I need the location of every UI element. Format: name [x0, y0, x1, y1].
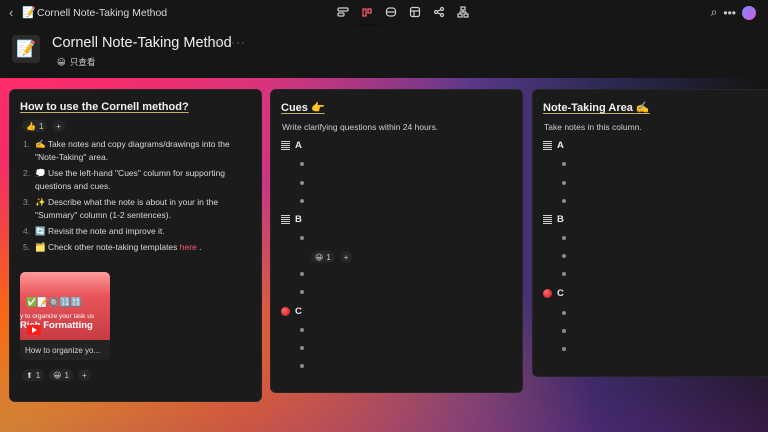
bullet [300, 236, 304, 240]
heading-c: C [281, 306, 302, 317]
table-view-icon[interactable] [336, 5, 350, 19]
top-bar: ‹ 📝 Cornell Note-Taking Method 看板 ⌕ ••• [0, 0, 768, 40]
kanban-view-icon[interactable] [360, 5, 374, 19]
view-switcher [336, 5, 470, 19]
reaction-count: 1 [38, 121, 44, 131]
steps-list: 1. ✍️ Take notes and copy diagrams/drawin… [23, 138, 243, 257]
reaction-upvote[interactable]: ⬆ 1 [22, 369, 45, 381]
avatar[interactable] [742, 5, 756, 20]
bullet [300, 272, 304, 276]
smile-icon: 😀 [57, 56, 66, 67]
database-view-icon[interactable] [384, 5, 398, 19]
grid-view-icon[interactable] [408, 5, 422, 19]
heading-a: A [543, 140, 564, 151]
bullet [300, 181, 304, 185]
bullet [562, 181, 566, 185]
heading-icon [281, 141, 290, 150]
more-icon[interactable]: ··· [231, 35, 246, 49]
bullet [562, 329, 566, 333]
card-cues[interactable]: Cues 👉 Write clarifying questions within… [270, 89, 523, 393]
bullet [300, 328, 304, 332]
add-reaction-button[interactable]: + [52, 120, 66, 132]
bullet [562, 311, 566, 315]
star-icon[interactable]: ☆ [213, 36, 224, 50]
list-item: 1. ✍️ Take notes and copy diagrams/drawin… [23, 139, 230, 162]
bullet [562, 254, 566, 258]
window-title: Cornell Note-Taking Method [37, 7, 168, 19]
tree-view-icon[interactable] [456, 5, 470, 19]
heading-b: B [543, 214, 564, 225]
mindmap-view-icon[interactable] [432, 5, 446, 19]
smile-icon: 😀 [315, 252, 324, 262]
bullet [562, 162, 566, 166]
heading-icon [543, 141, 552, 150]
page-title[interactable]: Cornell Note-Taking Method [52, 35, 232, 51]
card-subtitle: Write clarifying questions within 24 hou… [282, 122, 439, 132]
more-icon[interactable]: ••• [723, 6, 736, 20]
memo-icon: 📝 [22, 7, 36, 19]
page-emoji-icon[interactable]: 📝 [12, 35, 40, 63]
back-icon[interactable]: ‹ [9, 5, 13, 20]
list-item: 2. 💭 Use the left-hand "Cues" column for … [23, 168, 226, 191]
thumbs-up-icon: 👍 [26, 121, 36, 131]
reaction-smile[interactable]: 😀 1 [49, 369, 73, 381]
reaction-smile[interactable]: 😀 1 [311, 251, 335, 263]
search-icon[interactable]: ⌕ [711, 5, 718, 20]
upvote-icon: ⬆ [26, 370, 33, 380]
red-circle-icon [543, 289, 552, 298]
list-item: 4. 🔄 Revisit the note and improve it. [23, 226, 165, 236]
smile-icon: 😀 [53, 370, 62, 380]
red-circle-icon [281, 307, 290, 316]
bullet [300, 346, 304, 350]
video-banner-text: y to organize your task us [20, 313, 95, 320]
card-note-taking-area[interactable]: Note-Taking Area ✍️ Take notes in this c… [532, 89, 768, 377]
bullet [562, 199, 566, 203]
card-title[interactable]: Note-Taking Area ✍️ [543, 101, 650, 114]
add-reaction-button[interactable]: + [339, 251, 353, 263]
bullet [300, 199, 304, 203]
top-right-actions: ⌕ ••• [711, 5, 756, 20]
reaction-row: 👍 1 + [22, 120, 66, 132]
heading-icon [543, 215, 552, 224]
bullet [300, 364, 304, 368]
card-title[interactable]: How to use the Cornell method? [20, 101, 189, 113]
bullet [300, 162, 304, 166]
video-caption[interactable]: How to organize yo... [25, 346, 100, 355]
bottom-reaction-row: ⬆ 1 😀 1 + [22, 369, 91, 381]
bullet [562, 272, 566, 276]
templates-link[interactable]: here [180, 242, 197, 252]
youtube-play-icon[interactable] [27, 325, 41, 335]
permission-label: 只查看 [69, 57, 96, 67]
list-item: 3. ✨ Describe what the note is about in y… [23, 197, 219, 220]
add-reaction-button[interactable]: + [77, 369, 91, 381]
bullet [300, 290, 304, 294]
reaction-row: 😀 1 + [311, 251, 353, 263]
video-embed[interactable]: ✅📝🔘🔢🔠 y to organize your task us Rich Fo… [20, 272, 110, 360]
card-how-to[interactable]: How to use the Cornell method? 👍 1 + 1. ✍… [9, 89, 262, 402]
bullet [562, 347, 566, 351]
heading-c: C [543, 288, 564, 299]
card-subtitle: Take notes in this column. [544, 122, 642, 132]
heading-a: A [281, 140, 302, 151]
page-header: 📝 Cornell Note-Taking Method ☆ ··· 😀 只查看 [0, 26, 768, 78]
reaction-thumbs-up[interactable]: 👍 1 [22, 120, 48, 132]
permission-badge: 😀 只查看 [57, 56, 95, 68]
video-emojis: ✅📝🔘🔢🔠 [26, 297, 83, 307]
heading-icon [281, 215, 290, 224]
card-title[interactable]: Cues 👉 [281, 101, 325, 114]
heading-b: B [281, 214, 302, 225]
bullet [562, 236, 566, 240]
list-item: 5. 🗂️ Check other note-taking templates h… [23, 242, 202, 252]
